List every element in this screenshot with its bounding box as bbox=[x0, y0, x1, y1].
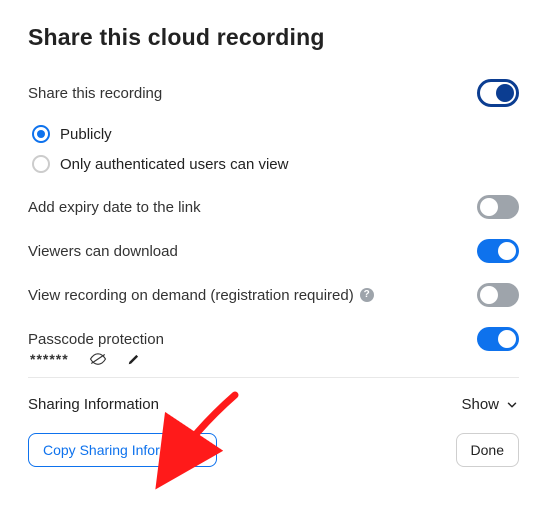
edit-passcode-icon[interactable] bbox=[127, 352, 141, 366]
show-passcode-icon[interactable] bbox=[89, 352, 107, 366]
expiry-row: Add expiry date to the link bbox=[28, 185, 519, 229]
share-recording-toggle[interactable] bbox=[477, 79, 519, 107]
radio-selected-icon bbox=[32, 125, 50, 143]
passcode-toggle[interactable] bbox=[477, 327, 519, 351]
done-button[interactable]: Done bbox=[456, 433, 519, 467]
sharing-info-label: Sharing Information bbox=[28, 396, 159, 413]
dialog-title: Share this cloud recording bbox=[28, 24, 519, 51]
on-demand-row: View recording on demand (registration r… bbox=[28, 273, 519, 317]
on-demand-text: View recording on demand (registration r… bbox=[28, 287, 354, 304]
visibility-options: Publicly Only authenticated users can vi… bbox=[28, 117, 519, 185]
dialog-footer: Copy Sharing Information Done bbox=[28, 433, 519, 467]
sharing-info-toggle[interactable]: Show bbox=[461, 396, 519, 413]
on-demand-label: View recording on demand (registration r… bbox=[28, 287, 374, 304]
visibility-publicly-label: Publicly bbox=[60, 126, 112, 143]
visibility-publicly[interactable]: Publicly bbox=[32, 119, 519, 149]
divider bbox=[28, 377, 519, 378]
share-recording-label: Share this recording bbox=[28, 85, 162, 102]
copy-sharing-info-button[interactable]: Copy Sharing Information bbox=[28, 433, 217, 467]
visibility-authenticated[interactable]: Only authenticated users can view bbox=[32, 149, 519, 179]
passcode-row: Passcode protection bbox=[28, 317, 519, 355]
download-row: Viewers can download bbox=[28, 229, 519, 273]
passcode-label: Passcode protection bbox=[28, 331, 164, 348]
passcode-value-row: ****** bbox=[28, 351, 519, 367]
share-recording-row: Share this recording bbox=[28, 69, 519, 117]
sharing-info-toggle-label: Show bbox=[461, 396, 499, 413]
passcode-masked: ****** bbox=[30, 351, 69, 367]
sharing-info-row: Sharing Information Show bbox=[28, 382, 519, 433]
expiry-toggle[interactable] bbox=[477, 195, 519, 219]
chevron-down-icon bbox=[505, 398, 519, 412]
radio-unselected-icon bbox=[32, 155, 50, 173]
download-toggle[interactable] bbox=[477, 239, 519, 263]
on-demand-toggle[interactable] bbox=[477, 283, 519, 307]
help-icon[interactable]: ? bbox=[360, 288, 374, 302]
download-label: Viewers can download bbox=[28, 243, 178, 260]
expiry-label: Add expiry date to the link bbox=[28, 199, 201, 216]
visibility-authenticated-label: Only authenticated users can view bbox=[60, 156, 288, 173]
